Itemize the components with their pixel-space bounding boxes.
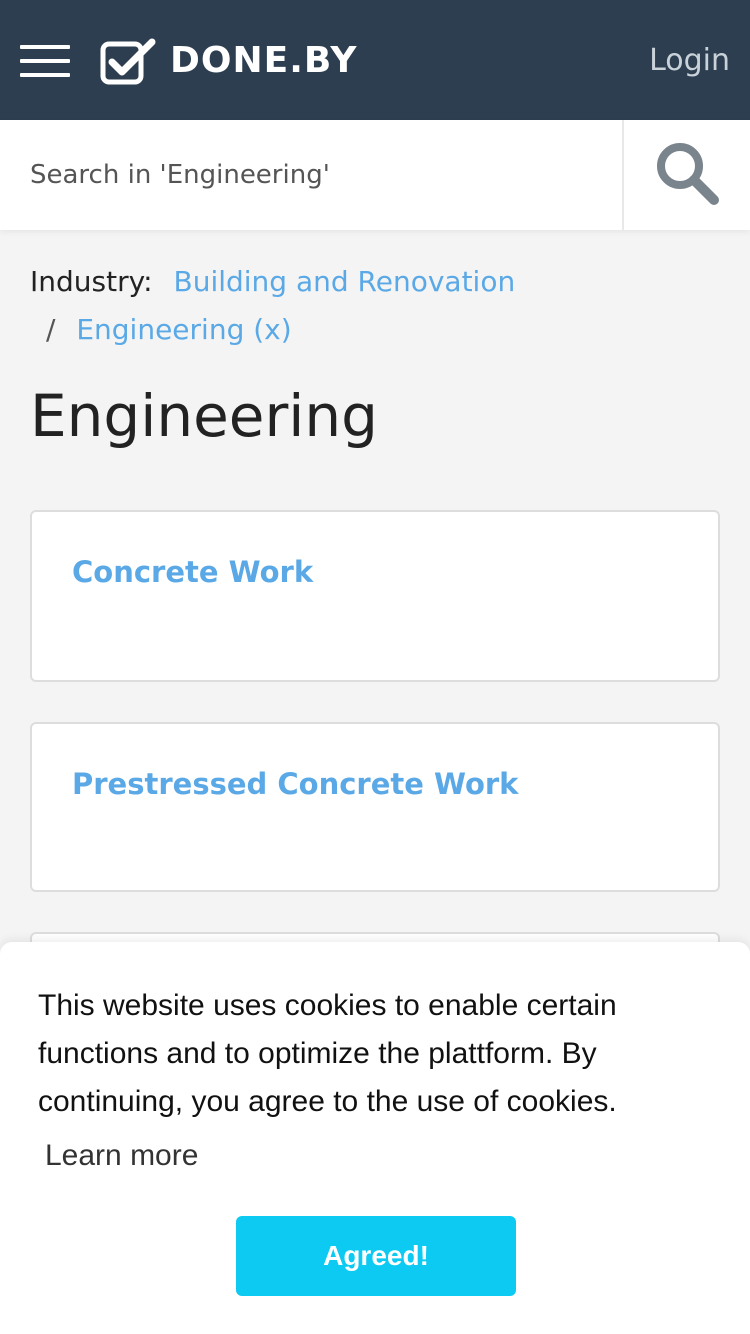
cookie-message: This website uses cookies to enable cert… [38, 989, 617, 1118]
top-header: DONE.BY Login [0, 0, 750, 120]
hamburger-menu-icon[interactable] [20, 45, 70, 77]
breadcrumb-separator: / [46, 313, 56, 346]
search-button[interactable] [624, 120, 750, 230]
page-title: Engineering [30, 382, 378, 450]
search-icon [657, 143, 719, 205]
category-card-title[interactable]: Concrete Work [72, 552, 313, 592]
cookie-agree-button[interactable]: Agreed! [236, 1216, 516, 1296]
breadcrumb-link-building-renovation[interactable]: Building and Renovation [173, 265, 515, 298]
brand-logo-text[interactable]: DONE.BY [170, 38, 357, 84]
breadcrumb-row-2: / Engineering (x) [30, 306, 720, 354]
breadcrumb-row-1: Industry: Building and Renovation [30, 258, 720, 306]
search-input[interactable] [0, 120, 622, 230]
category-card-concrete-work[interactable]: Concrete Work [30, 510, 720, 682]
category-card-prestressed-concrete-work[interactable]: Prestressed Concrete Work [30, 722, 720, 892]
breadcrumb-link-engineering-remove[interactable]: Engineering (x) [76, 313, 291, 346]
login-link[interactable]: Login [649, 40, 730, 82]
breadcrumb: Industry: Building and Renovation / Engi… [30, 258, 720, 354]
cookie-learn-more-link[interactable]: Learn more [45, 1134, 198, 1178]
search-bar [0, 120, 750, 230]
breadcrumb-prefix: Industry: [30, 265, 153, 298]
category-card-title[interactable]: Prestressed Concrete Work [72, 764, 518, 804]
checkbox-check-icon[interactable] [100, 38, 156, 86]
cookie-banner: This website uses cookies to enable cert… [0, 942, 750, 1334]
